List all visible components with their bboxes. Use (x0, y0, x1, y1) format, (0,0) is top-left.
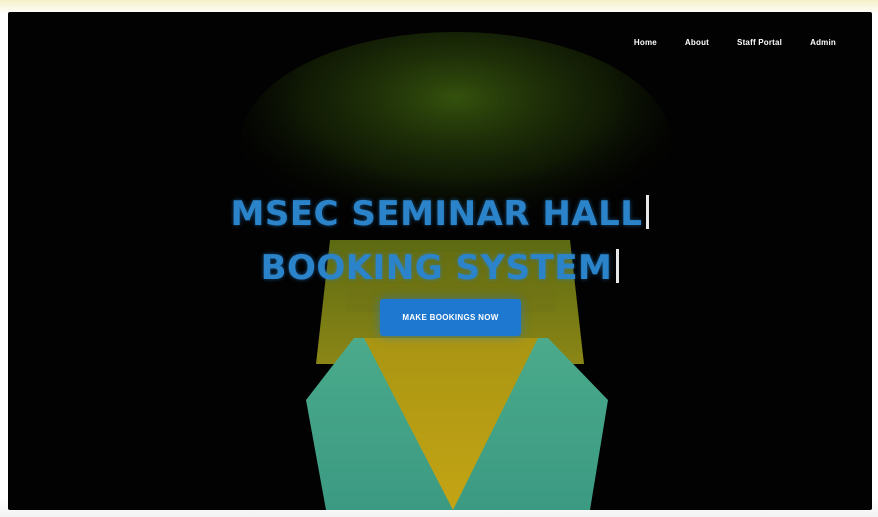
hero-title-line-1-text: MSEC SEMINAR HALL (230, 193, 643, 234)
typing-cursor (616, 248, 620, 283)
nav-link-admin[interactable]: Admin (810, 38, 836, 47)
hero-title-line-2: BOOKING SYSTEM (8, 241, 872, 295)
nav-link-staff-portal[interactable]: Staff Portal (737, 38, 782, 47)
hero-title-line-1: MSEC SEMINAR HALL (8, 187, 872, 241)
top-navbar: Home About Staff Portal Admin (634, 38, 836, 47)
make-bookings-button[interactable]: MAKE BOOKINGS NOW (380, 299, 521, 336)
nav-link-home[interactable]: Home (634, 38, 657, 47)
hero-title-line-2-text: BOOKING SYSTEM (260, 247, 613, 288)
nav-link-about[interactable]: About (685, 38, 709, 47)
browser-viewport: Home About Staff Portal Admin MSEC SEMIN… (8, 12, 872, 510)
typing-cursor (646, 194, 650, 229)
hero-title: MSEC SEMINAR HALL BOOKING SYSTEM (8, 187, 872, 295)
